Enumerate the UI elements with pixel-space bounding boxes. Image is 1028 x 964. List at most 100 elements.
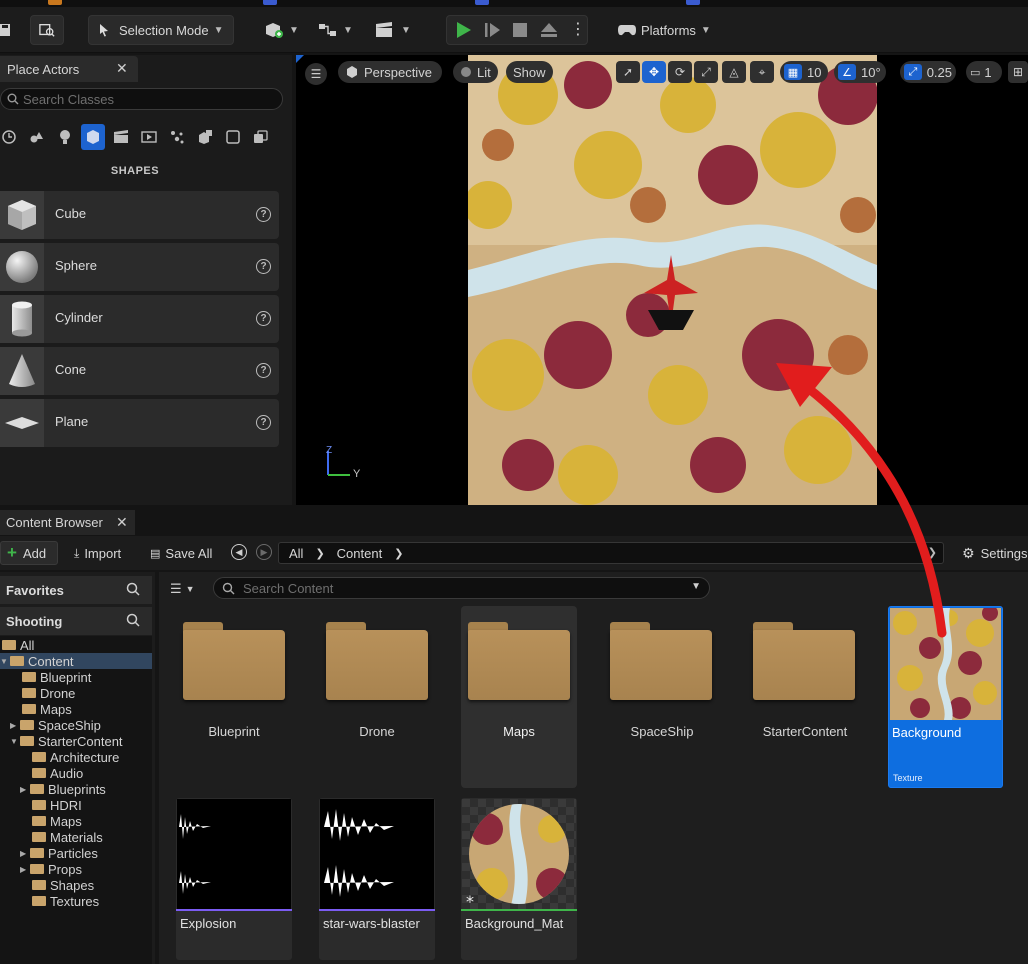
- play-icon[interactable]: [456, 21, 472, 42]
- expand-arrow-icon[interactable]: ▼: [0, 657, 10, 666]
- close-icon[interactable]: ✕: [116, 60, 128, 77]
- folder-tile-maps[interactable]: Maps: [461, 606, 577, 788]
- chevron-right-icon[interactable]: ❯: [315, 547, 324, 560]
- tree-item-spaceship[interactable]: ▶ SpaceShip: [10, 717, 101, 733]
- selection-mode-dropdown[interactable]: Selection Mode ▼: [88, 15, 234, 45]
- tree-item-maps[interactable]: Maps: [22, 701, 72, 717]
- shapes-icon[interactable]: [81, 124, 105, 150]
- help-icon[interactable]: ?: [256, 259, 271, 274]
- content-browser-icon[interactable]: [30, 15, 64, 45]
- search-classes-input[interactable]: Search Classes: [0, 88, 283, 110]
- close-icon[interactable]: ✕: [116, 514, 128, 531]
- tree-item-shapes[interactable]: Shapes: [32, 877, 94, 893]
- tree-item-materials[interactable]: Materials: [32, 829, 103, 845]
- tree-item-blueprint[interactable]: Blueprint: [22, 669, 91, 685]
- expand-arrow-icon[interactable]: ▶: [10, 721, 20, 730]
- tree-item-props[interactable]: ▶ Props: [20, 861, 82, 877]
- save-icon[interactable]: [0, 15, 14, 45]
- asset-tile-background-mat[interactable]: * Background_Mat: [461, 798, 577, 960]
- tab-content-browser[interactable]: Content Browser ✕: [0, 510, 135, 535]
- shape-item-cube[interactable]: Cube ?: [0, 191, 279, 239]
- favorites-header[interactable]: Favorites: [0, 576, 152, 604]
- lights-icon[interactable]: [53, 124, 77, 150]
- back-arrow-icon[interactable]: ◀: [231, 544, 247, 560]
- basic-icon[interactable]: [25, 124, 49, 150]
- asset-tile-background-texture[interactable]: Background Texture: [888, 606, 1003, 788]
- level-tab-marker[interactable]: [48, 0, 62, 5]
- more-options-icon[interactable]: ⋮: [570, 21, 586, 39]
- folder-tile-startercontent[interactable]: StarterContent: [747, 606, 863, 788]
- scale-snap-toggle[interactable]: ⤢ 0.25: [900, 61, 956, 83]
- tree-item-all[interactable]: All: [2, 637, 34, 653]
- forward-arrow-icon[interactable]: ▶: [256, 544, 272, 560]
- viewport-menu-icon[interactable]: ☰: [305, 63, 327, 85]
- path-breadcrumb[interactable]: All ❯ Content ❯ ❯: [278, 542, 944, 564]
- tree-item-startercontent[interactable]: ▼ StarterContent: [10, 733, 123, 749]
- tree-item-particles[interactable]: ▶ Particles: [20, 845, 98, 861]
- folder-tile-blueprint[interactable]: Blueprint: [176, 606, 292, 788]
- tree-item-drone[interactable]: Drone: [22, 685, 75, 701]
- blueprint-tab-marker[interactable]: [263, 0, 277, 5]
- blueprint-tab-marker[interactable]: [686, 0, 700, 5]
- import-button[interactable]: ⤓ Import: [74, 541, 136, 565]
- shape-item-plane[interactable]: Plane ?: [0, 399, 279, 447]
- tree-item-maps[interactable]: Maps: [32, 813, 82, 829]
- asset-tile-explosion[interactable]: Explosion: [176, 798, 292, 960]
- shape-item-sphere[interactable]: Sphere ?: [0, 243, 279, 291]
- add-button[interactable]: + Add: [0, 541, 58, 565]
- cinematics-button[interactable]: ▼: [374, 15, 414, 45]
- tree-item-hdri[interactable]: HDRI: [32, 797, 82, 813]
- world-local-icon[interactable]: ◬: [722, 61, 746, 83]
- breadcrumb-all[interactable]: All: [289, 546, 303, 561]
- select-mode-icon[interactable]: ➚: [616, 61, 640, 83]
- shape-item-cylinder[interactable]: Cylinder ?: [0, 295, 279, 343]
- camera-speed-button[interactable]: ▭ 1: [966, 61, 1002, 83]
- perspective-dropdown[interactable]: Perspective: [338, 61, 442, 83]
- expand-arrow-icon[interactable]: ▼: [10, 737, 20, 746]
- project-header[interactable]: Shooting: [0, 607, 152, 635]
- expand-arrow-icon[interactable]: ▶: [20, 865, 30, 874]
- chevron-down-icon[interactable]: ❯: [928, 546, 937, 559]
- chevron-right-icon[interactable]: ❯: [394, 547, 403, 560]
- expand-arrow-icon[interactable]: ▶: [20, 785, 30, 794]
- surface-snap-icon[interactable]: ⌖: [750, 61, 774, 83]
- search-content-input[interactable]: Search Content ▼: [213, 577, 710, 599]
- tree-item-content[interactable]: ▼ Content: [0, 653, 152, 669]
- help-icon[interactable]: ?: [256, 207, 271, 222]
- tree-item-textures[interactable]: Textures: [32, 893, 99, 909]
- help-icon[interactable]: ?: [256, 363, 271, 378]
- asset-tile-star-wars-blaster[interactable]: star-wars-blaster: [319, 798, 435, 960]
- stacked-icon[interactable]: [249, 124, 273, 150]
- advance-frame-icon[interactable]: [484, 22, 502, 41]
- shape-item-cone[interactable]: Cone ?: [0, 347, 279, 395]
- tree-item-audio[interactable]: Audio: [32, 765, 83, 781]
- recent-icon[interactable]: [0, 124, 21, 150]
- level-viewport[interactable]: ☰ Perspective Lit Show ➚ ✥ ⟳ ⤢ ◬ ⌖ ▦ 10 …: [296, 55, 1028, 505]
- breadcrumb-content[interactable]: Content: [337, 546, 383, 561]
- add-actor-button[interactable]: ▼: [264, 15, 304, 45]
- filter-button[interactable]: ☰ ▼: [170, 580, 202, 598]
- search-icon[interactable]: [126, 582, 140, 599]
- folder-tile-spaceship[interactable]: SpaceShip: [604, 606, 720, 788]
- platforms-dropdown[interactable]: Platforms ▼: [617, 15, 717, 45]
- layout-icon[interactable]: ⊞: [1008, 61, 1028, 83]
- chevron-down-icon[interactable]: ▼: [691, 581, 701, 592]
- blueprint-button[interactable]: ▼: [318, 15, 358, 45]
- expand-arrow-icon[interactable]: ▶: [20, 849, 30, 858]
- tree-item-blueprints[interactable]: ▶ Blueprints: [20, 781, 106, 797]
- blueprint-tab-marker[interactable]: [475, 0, 489, 5]
- volumes-icon[interactable]: [165, 124, 189, 150]
- tree-item-architecture[interactable]: Architecture: [32, 749, 119, 765]
- help-icon[interactable]: ?: [256, 311, 271, 326]
- translate-icon[interactable]: ✥: [642, 61, 666, 83]
- grid-snap-toggle[interactable]: ▦ 10: [780, 61, 828, 83]
- tab-place-actors[interactable]: Place Actors ✕: [0, 56, 138, 82]
- save-all-button[interactable]: ▤ Save All: [150, 541, 220, 565]
- search-icon[interactable]: [126, 613, 140, 630]
- eject-icon[interactable]: [540, 22, 558, 41]
- geometry-icon[interactable]: [221, 124, 245, 150]
- lit-dropdown[interactable]: Lit: [453, 61, 498, 83]
- rotate-icon[interactable]: ⟳: [668, 61, 692, 83]
- cinematic-icon[interactable]: [109, 124, 133, 150]
- visual-effects-icon[interactable]: [137, 124, 161, 150]
